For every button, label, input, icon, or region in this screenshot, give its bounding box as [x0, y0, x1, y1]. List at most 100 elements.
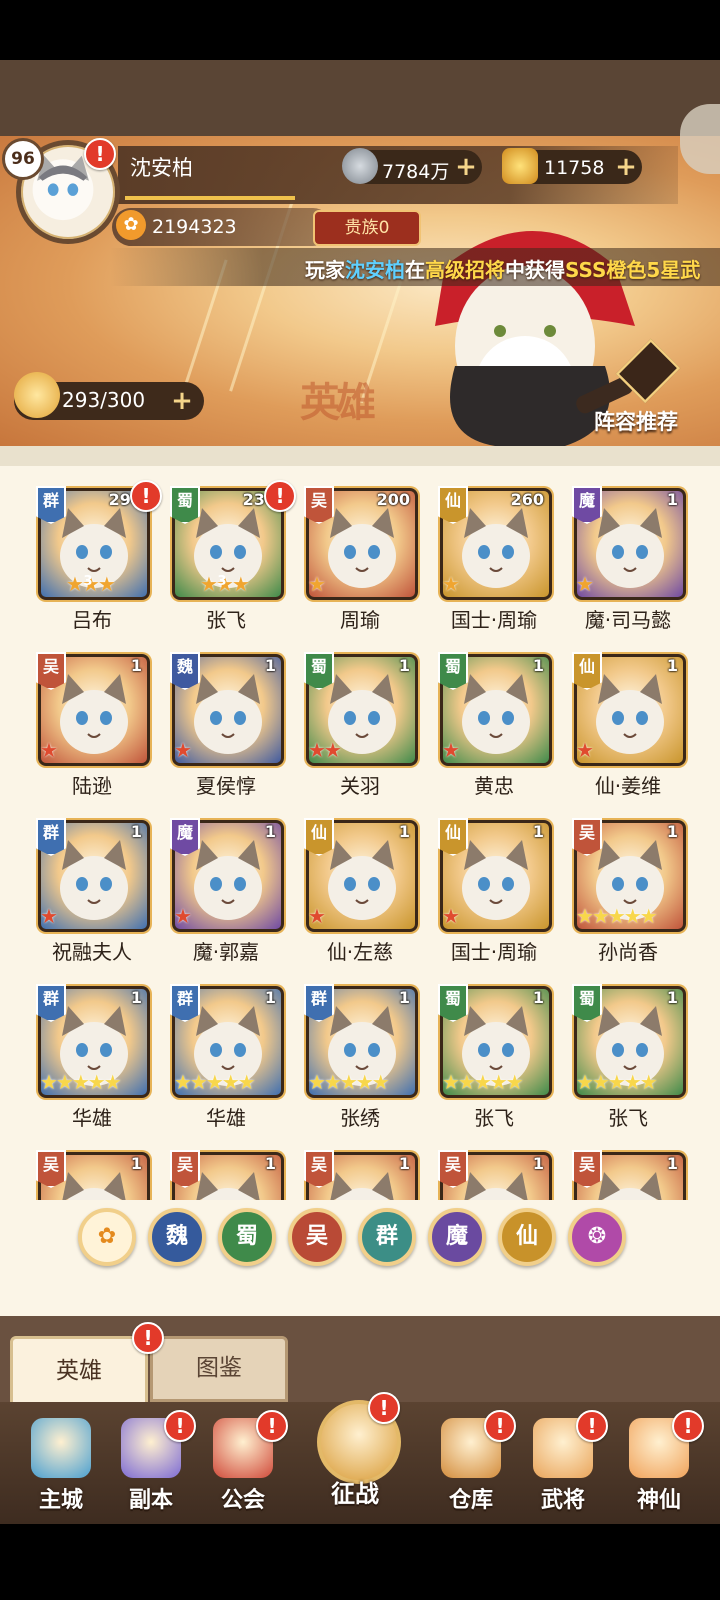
hero-card[interactable]: 仙 1 ★ 国士·周瑜 — [438, 818, 552, 970]
hero-card[interactable]: 群 1 ★ 祝融夫人 — [36, 818, 150, 970]
hero-card[interactable]: 魔 1 ★ 魔·郭嘉 — [170, 818, 284, 970]
hero-card[interactable]: 群 1 ★★★★★ 张绣 — [304, 984, 418, 1136]
hero-level: 1 — [398, 656, 410, 675]
hero-level: 1 — [666, 988, 678, 1007]
hero-card[interactable]: 蜀 1 ★ 黄忠 — [438, 652, 552, 804]
hero-level: 1 — [532, 988, 544, 1007]
hero-card[interactable]: 蜀 1 ★★★★★ 张飞 — [572, 984, 686, 1136]
hero-card[interactable]: 蜀 230 ★★★ 3 张飞! — [170, 480, 296, 638]
hero-name: 吕布 — [72, 608, 112, 632]
nav-battle[interactable]: 征战! — [310, 1392, 401, 1508]
hero-level: 1 — [666, 490, 678, 509]
faction-tag: 吴 — [170, 1150, 200, 1188]
hero-card[interactable]: 吴 1 ★ 陆逊 — [36, 652, 150, 804]
filter-魔[interactable]: 魔 — [428, 1208, 486, 1266]
hero-level: 1 — [666, 656, 678, 675]
nav-label: 主城 — [38, 1488, 83, 1513]
hero-level: 1 — [532, 1154, 544, 1173]
hero-grid: 群 290 ★★★ 3 吕布! 蜀 230 ★★★ 3 张飞! 吴 200 ★ 周瑜仙 260 ★ 国士·周瑜魔… — [0, 0, 720, 1200]
tab-heroes[interactable]: 英雄 — [10, 1336, 148, 1408]
hero-card[interactable]: 吴1 — [36, 1150, 150, 1200]
filter-吴[interactable]: 吴 — [288, 1208, 346, 1266]
hero-name: 仙·姜维 — [594, 774, 662, 798]
hero-card[interactable]: 吴 200 ★ 周瑜 — [304, 486, 418, 638]
hero-name: 周瑜 — [340, 608, 380, 632]
hero-star-rating: ★ — [308, 572, 326, 596]
nav-label: 武将 — [540, 1488, 585, 1513]
hero-star-rating: ★ — [40, 904, 58, 928]
filter-魏[interactable]: 魏 — [148, 1208, 206, 1266]
hero-card[interactable]: 吴1 — [572, 1150, 686, 1200]
paw-icon[interactable]: ✿ — [78, 1208, 136, 1266]
nav-flag[interactable]: 公会! — [198, 1410, 288, 1518]
faction-tag: 仙 — [572, 652, 602, 690]
hero-card[interactable]: 群 1 ★★★★★ 华雄 — [170, 984, 284, 1136]
hero-card[interactable]: 蜀 1 ★★★★★ 张飞 — [438, 984, 552, 1136]
nav-castle[interactable]: 主城 — [16, 1410, 106, 1518]
hero-card[interactable]: 吴1 — [170, 1150, 284, 1200]
filter-蜀[interactable]: 蜀 — [218, 1208, 276, 1266]
hero-card[interactable]: 仙 260 ★ 国士·周瑜 — [438, 486, 552, 638]
hero-level: 1 — [130, 1154, 142, 1173]
hero-star-count: 3 — [83, 574, 93, 589]
hero-star-rating: ★ — [308, 904, 326, 928]
nav-sword[interactable]: 副本! — [106, 1410, 196, 1518]
hero-name: 孙尚香 — [598, 940, 658, 964]
nav-general[interactable]: 武将! — [518, 1410, 608, 1518]
faction-tag: 蜀 — [170, 486, 200, 524]
nav-label: 副本 — [128, 1488, 173, 1513]
hero-level: 1 — [264, 988, 276, 1007]
hero-name: 华雄 — [72, 1106, 112, 1130]
hero-card[interactable]: 仙 1 ★ 仙·左慈 — [304, 818, 418, 970]
spirit-icon[interactable]: ❂ — [568, 1208, 626, 1266]
hero-level: 1 — [666, 1154, 678, 1173]
hero-card[interactable]: 魔 1 ★ 魔·司马懿 — [572, 486, 686, 638]
hero-card[interactable]: 吴 1 ★★★★★ 孙尚香 — [572, 818, 686, 970]
nav-label: 公会 — [220, 1488, 265, 1513]
hero-level: 1 — [532, 656, 544, 675]
hero-card[interactable]: 吴1 — [438, 1150, 552, 1200]
hero-level: 1 — [398, 822, 410, 841]
hero-card[interactable]: 仙 1 ★ 仙·姜维 — [572, 652, 686, 804]
tab-heroes-alert-icon: ! — [132, 1322, 164, 1354]
faction-tag: 群 — [170, 984, 200, 1022]
faction-tag: 吴 — [36, 652, 66, 690]
nav-immortal-cat[interactable]: 神仙! — [614, 1410, 704, 1518]
hero-name: 仙·左慈 — [326, 940, 394, 964]
hero-level: 1 — [130, 822, 142, 841]
nav-label: 神仙 — [636, 1488, 681, 1513]
hero-star-rating: ★★ — [308, 738, 342, 762]
faction-tag: 吴 — [304, 1150, 334, 1188]
hero-card[interactable]: 吴1 — [304, 1150, 418, 1200]
hero-card[interactable]: 魏 1 ★ 夏侯惇 — [170, 652, 284, 804]
hero-name: 华雄 — [206, 1106, 246, 1130]
hero-star-rating: ★ — [174, 904, 192, 928]
hero-star-rating: ★ — [442, 904, 460, 928]
hero-level: 200 — [376, 490, 410, 509]
hero-star-rating: ★★★★★ — [576, 904, 658, 928]
hero-name: 国士·周瑜 — [450, 608, 538, 632]
faction-filter-row: ✿ 魏蜀吴群魔仙 ❂ — [70, 1202, 670, 1272]
hero-card[interactable]: 群 290 ★★★ 3 吕布! — [36, 480, 162, 638]
faction-tag: 吴 — [572, 818, 602, 856]
faction-tag: 蜀 — [572, 984, 602, 1022]
tab-atlas[interactable]: 图鉴 — [150, 1336, 288, 1402]
filter-仙[interactable]: 仙 — [498, 1208, 556, 1266]
nav-alert-icon: ! — [256, 1410, 288, 1442]
hero-card[interactable]: 蜀 1 ★★ 关羽 — [304, 652, 418, 804]
hero-name: 魔·司马懿 — [584, 608, 672, 632]
nav-alert-icon: ! — [672, 1410, 704, 1442]
hero-name: 张绣 — [340, 1106, 380, 1130]
faction-tag: 蜀 — [304, 652, 334, 690]
castle-icon — [31, 1418, 91, 1478]
faction-tag: 蜀 — [438, 652, 468, 690]
nav-alert-icon: ! — [368, 1392, 400, 1424]
hero-level: 1 — [532, 822, 544, 841]
filter-群[interactable]: 群 — [358, 1208, 416, 1266]
hero-star-rating: ★★★★★ — [40, 1070, 122, 1094]
hero-name: 夏侯惇 — [196, 774, 256, 798]
nav-bag[interactable]: 仓库! — [426, 1410, 516, 1518]
hero-star-rating: ★ — [40, 738, 58, 762]
hero-card[interactable]: 群 1 ★★★★★ 华雄 — [36, 984, 150, 1136]
hero-star-rating: ★ — [442, 738, 460, 762]
